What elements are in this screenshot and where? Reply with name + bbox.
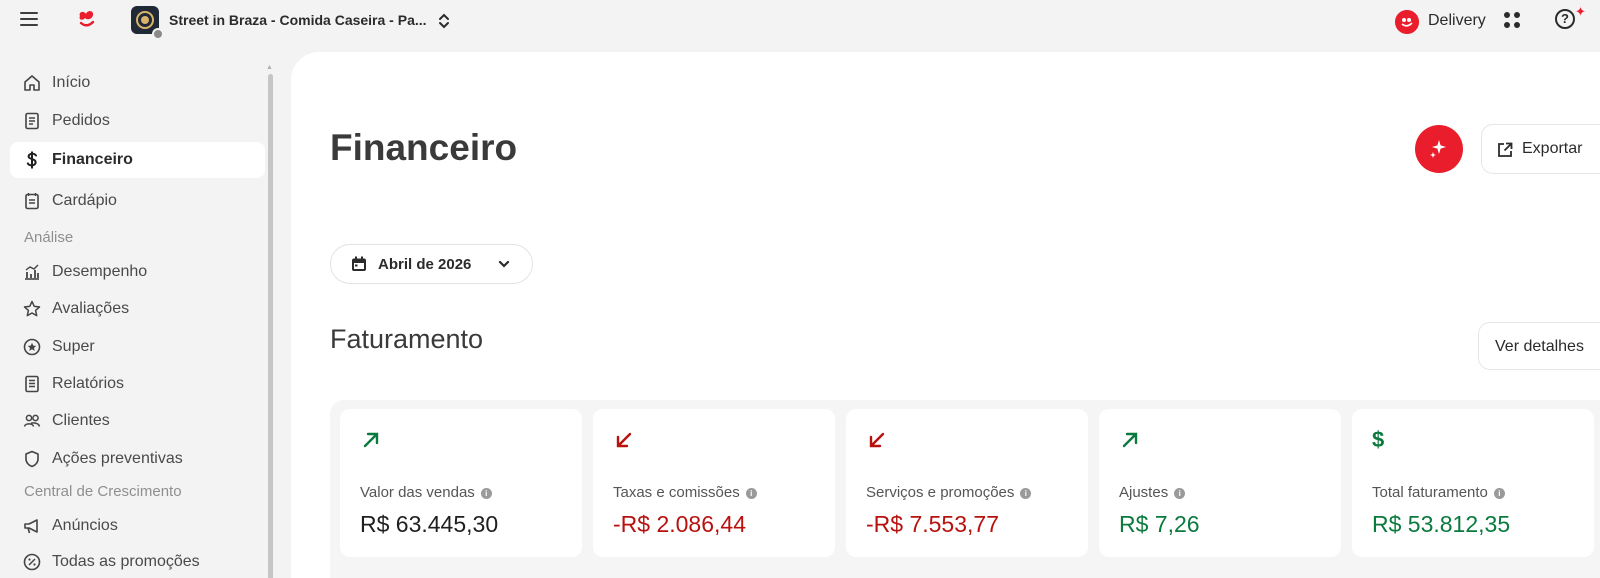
- month-picker[interactable]: Abril de 2026: [330, 244, 533, 284]
- external-link-icon: [1498, 142, 1513, 157]
- chevron-up-down-icon[interactable]: [436, 12, 452, 30]
- sidebar-item-financeiro[interactable]: Financeiro: [10, 142, 265, 178]
- page-title: Financeiro: [330, 127, 518, 168]
- export-button[interactable]: Exportar: [1481, 124, 1600, 174]
- percent-icon: [23, 553, 41, 571]
- delivery-brand-icon: [1395, 10, 1419, 34]
- card-taxas-comissoes: Taxas e comissões i -R$ 2.086,44: [593, 409, 835, 557]
- sidebar-item-clientes[interactable]: Clientes: [10, 403, 265, 439]
- sidebar-item-super[interactable]: Super: [10, 329, 265, 365]
- sidebar-item-label: Clientes: [52, 412, 110, 429]
- clients-icon: [23, 414, 41, 427]
- export-label: Exportar: [1522, 140, 1583, 157]
- sidebar-scrollbar[interactable]: [268, 74, 273, 578]
- info-icon[interactable]: i: [1493, 488, 1505, 499]
- sidebar-item-cardapio[interactable]: Cardápio: [10, 183, 265, 219]
- arrow-down-left-icon: [869, 432, 885, 448]
- ifood-logo-icon[interactable]: [76, 8, 98, 30]
- month-label: Abril de 2026: [378, 256, 472, 273]
- sidebar-item-inicio[interactable]: Início: [10, 65, 265, 101]
- sidebar-item-desempenho[interactable]: Desempenho: [10, 254, 265, 290]
- card-label: Serviços e promoções i: [866, 484, 1032, 501]
- card-ajustes: Ajustes i R$ 7,26: [1099, 409, 1341, 557]
- menu-book-icon: [25, 193, 39, 210]
- info-icon[interactable]: i: [1020, 488, 1032, 499]
- dollar-icon: $: [1372, 427, 1385, 452]
- section-title-faturamento: Faturamento: [330, 324, 484, 354]
- sidebar-section-analise: Análise: [24, 229, 74, 246]
- apps-grid-icon[interactable]: [1504, 12, 1522, 30]
- sidebar-item-pedidos[interactable]: Pedidos: [10, 103, 265, 139]
- delivery-label[interactable]: Delivery: [1428, 12, 1486, 30]
- card-label: Ajustes i: [1119, 484, 1186, 501]
- home-icon: [24, 75, 40, 91]
- arrow-up-right-icon: [1122, 432, 1138, 448]
- sparkle-icon: [1430, 140, 1446, 158]
- sidebar-item-label: Todas as promoções: [52, 553, 200, 570]
- store-status-indicator: [152, 28, 164, 40]
- help-icon[interactable]: ?: [1555, 9, 1575, 29]
- sidebar-item-label: Início: [52, 74, 91, 91]
- card-servicos-promocoes: Serviços e promoções i -R$ 7.553,77: [846, 409, 1088, 557]
- top-bar: Street in Braza - Comida Caseira - Pa...…: [0, 0, 1600, 44]
- details-button[interactable]: Ver detalhes: [1478, 322, 1600, 370]
- sidebar-item-label: Avaliações: [52, 300, 130, 317]
- sidebar-item-anuncios[interactable]: Anúncios: [10, 508, 265, 544]
- sidebar-item-label: Relatórios: [52, 375, 125, 392]
- calendar-icon: [352, 256, 366, 271]
- chart-icon: [25, 264, 39, 280]
- dollar-icon: [26, 151, 37, 169]
- sidebar-item-label: Pedidos: [52, 112, 110, 129]
- help-sparkle-badge: ✦: [1575, 4, 1586, 19]
- receipt-icon: [25, 112, 39, 130]
- card-value: R$ 63.445,30: [360, 511, 499, 537]
- sidebar-item-todas-promocoes[interactable]: Todas as promoções: [10, 544, 265, 578]
- info-icon[interactable]: i: [745, 488, 757, 499]
- card-value: -R$ 7.553,77: [866, 511, 999, 537]
- ai-assistant-button[interactable]: [1415, 125, 1463, 173]
- card-label: Taxas e comissões i: [613, 484, 757, 501]
- super-badge-icon: [23, 338, 41, 356]
- sidebar-item-avaliacoes[interactable]: Avaliações: [10, 291, 265, 327]
- card-total-faturamento: $ Total faturamento i R$ 53.812,35: [1352, 409, 1594, 557]
- card-value: R$ 7,26: [1119, 511, 1200, 537]
- arrow-up-right-icon: [363, 432, 379, 448]
- megaphone-icon: [24, 519, 38, 534]
- info-icon[interactable]: i: [1174, 488, 1186, 499]
- sidebar-item-label: Anúncios: [52, 517, 118, 534]
- sidebar-item-relatorios[interactable]: Relatórios: [10, 366, 265, 402]
- info-icon[interactable]: i: [480, 488, 492, 499]
- details-label: Ver detalhes: [1495, 338, 1584, 355]
- store-name[interactable]: Street in Braza - Comida Caseira - Pa...: [169, 12, 427, 28]
- card-label: Valor das vendas i: [360, 484, 492, 501]
- card-label: Total faturamento i: [1372, 484, 1505, 501]
- card-valor-vendas: Valor das vendas i R$ 63.445,30: [340, 409, 582, 557]
- sidebar-item-label: Cardápio: [52, 192, 117, 209]
- sidebar-section-crescimento: Central de Crescimento: [24, 483, 182, 500]
- card-value: R$ 53.812,35: [1372, 511, 1511, 537]
- hamburger-menu-icon[interactable]: [20, 12, 38, 28]
- shield-icon: [25, 450, 39, 468]
- star-icon: [23, 300, 41, 317]
- scroll-up-arrow-icon[interactable]: ▲: [266, 64, 273, 71]
- chevron-down-icon: [498, 260, 510, 268]
- sidebar-item-acoes-preventivas[interactable]: Ações preventivas: [10, 441, 265, 477]
- sidebar-item-label: Super: [52, 338, 95, 355]
- sidebar-item-label: Ações preventivas: [52, 450, 183, 467]
- report-icon: [25, 375, 39, 393]
- arrow-down-left-icon: [616, 432, 632, 448]
- card-value: -R$ 2.086,44: [613, 511, 746, 537]
- sidebar-item-label: Desempenho: [52, 263, 148, 280]
- sidebar-item-label: Financeiro: [52, 151, 133, 168]
